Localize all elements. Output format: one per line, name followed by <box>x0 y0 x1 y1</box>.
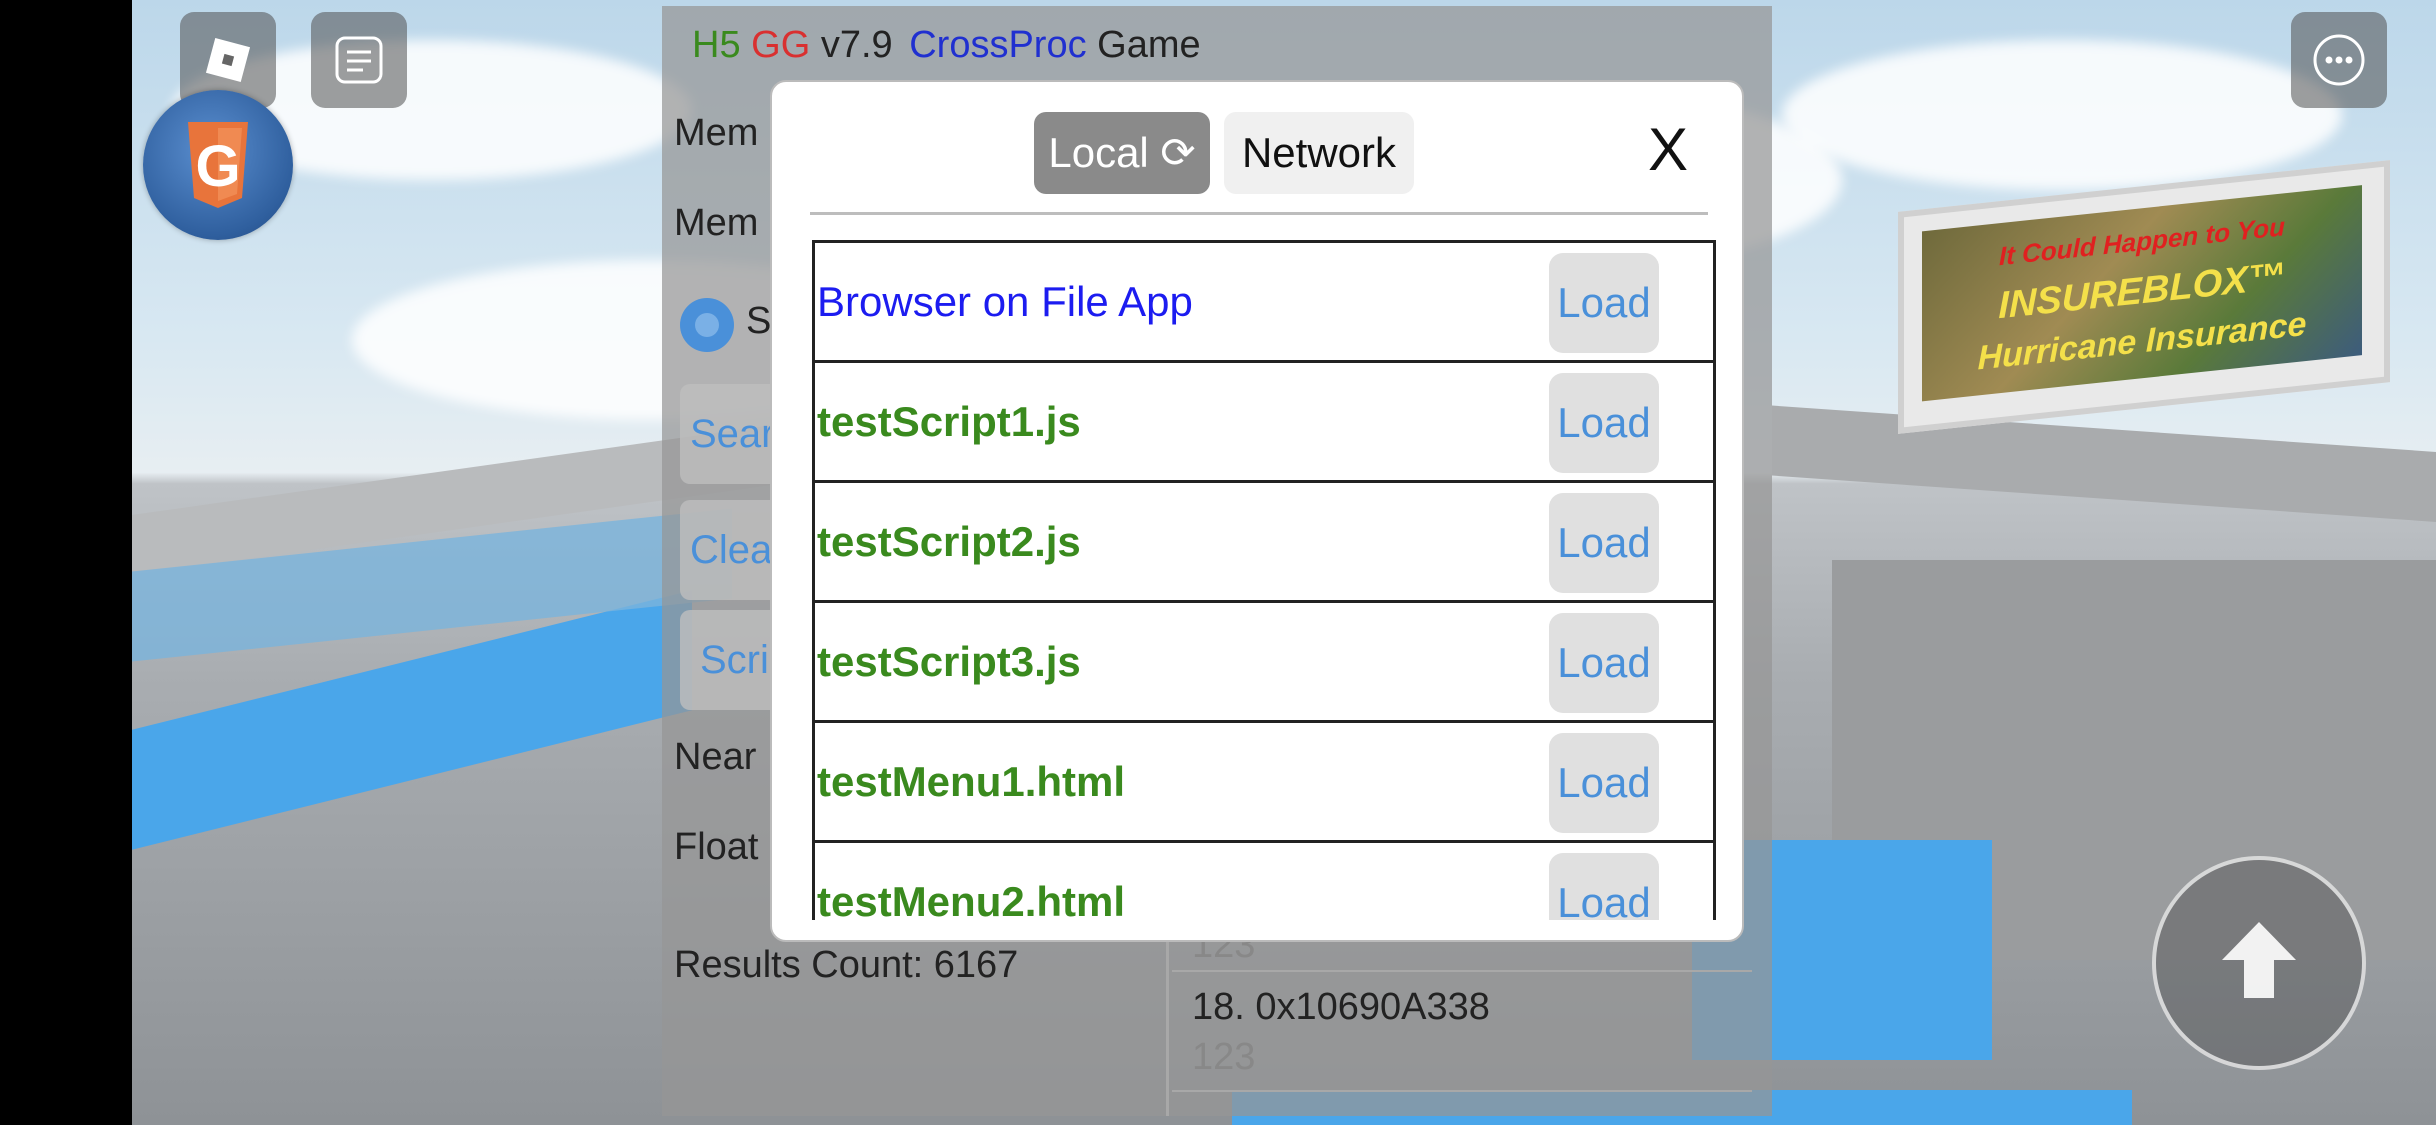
float-label: Float <box>674 826 759 868</box>
jump-arrow-icon <box>2222 922 2296 998</box>
list-item: testScript3.js Load <box>815 600 1713 721</box>
result-address[interactable]: 18. 0x10690A338 <box>1192 986 1490 1029</box>
h5gg-logo-icon: G <box>188 122 248 208</box>
load-button[interactable]: Load <box>1549 853 1659 920</box>
list-item: testMenu2.html Load <box>815 840 1713 920</box>
more-options-icon <box>2313 34 2365 86</box>
file-app-link[interactable]: Browser on File App <box>817 243 1193 361</box>
script-name: testMenu1.html <box>817 758 1126 805</box>
results-count: Results Count: 6167 <box>674 944 1019 986</box>
h5gg-floating-button[interactable]: G <box>143 90 293 240</box>
list-item: testMenu1.html Load <box>815 720 1713 841</box>
script-name: testScript2.js <box>817 518 1081 565</box>
radio-label: S <box>746 300 772 342</box>
script-name: testScript1.js <box>817 398 1081 445</box>
tab-separator <box>810 212 1708 215</box>
result-separator <box>1172 970 1752 972</box>
nearby-label: Near <box>674 736 757 778</box>
billboard-image: It Could Happen to You INSUREBLOX™ Hurri… <box>1922 185 2362 402</box>
title-gg: GG <box>751 24 811 66</box>
load-button[interactable]: Load <box>1549 613 1659 713</box>
title-game: Game <box>1097 24 1201 66</box>
result-separator <box>1172 1090 1752 1092</box>
tab-network[interactable]: Network <box>1224 112 1414 194</box>
close-button[interactable]: X <box>1648 120 1688 180</box>
svg-text:G: G <box>195 134 240 199</box>
list-item: testScript2.js Load <box>815 480 1713 601</box>
list-item: testScript1.js Load <box>815 360 1713 481</box>
cloud <box>1782 40 2342 190</box>
load-button[interactable]: Load <box>1549 733 1659 833</box>
script-name: testScript3.js <box>817 638 1081 685</box>
list-item: Browser on File App Load <box>815 240 1713 361</box>
search-mode-radio[interactable] <box>680 298 734 352</box>
title-version: v7.9 <box>820 24 893 66</box>
script-loader-dialog: Local ⟳ Network X Browser on File App Lo… <box>770 80 1744 942</box>
result-value[interactable]: 123 <box>1192 1036 1255 1079</box>
tab-local[interactable]: Local ⟳ <box>1034 112 1210 194</box>
script-list[interactable]: Browser on File App Load testScript1.js … <box>812 240 1716 920</box>
panel-title: H5 GG v7.9 CrossProc Game <box>692 24 1201 67</box>
load-button[interactable]: Load <box>1549 493 1659 593</box>
jump-button[interactable] <box>2152 856 2366 1070</box>
memory-label-1: Mem <box>674 112 759 154</box>
more-options-button[interactable] <box>2291 12 2387 108</box>
title-h5: H5 <box>692 24 741 66</box>
memory-label-2: Mem <box>674 202 759 244</box>
chat-button[interactable] <box>311 12 407 108</box>
platform <box>1772 405 2436 525</box>
script-name: testMenu2.html <box>817 878 1126 920</box>
load-button[interactable]: Load <box>1549 253 1659 353</box>
title-crossproc: CrossProc <box>909 24 1087 66</box>
chat-icon <box>335 36 383 84</box>
load-button[interactable]: Load <box>1549 373 1659 473</box>
